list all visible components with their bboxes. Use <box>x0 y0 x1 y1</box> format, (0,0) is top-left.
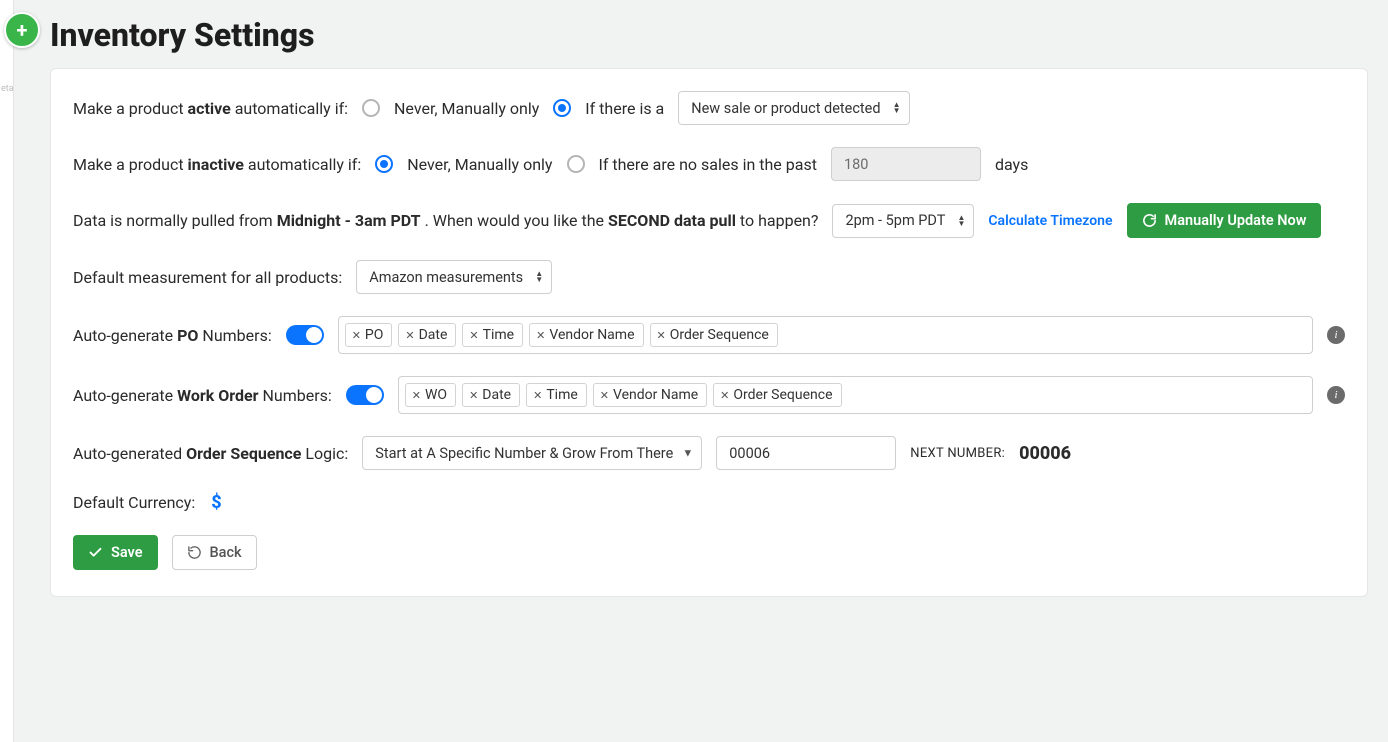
measurement-select-value: Amazon measurements <box>369 269 523 286</box>
back-button[interactable]: Back <box>172 535 257 570</box>
chevron-updown-icon: ▲▼ <box>957 215 965 227</box>
remove-tag-icon[interactable]: ✕ <box>469 329 478 342</box>
remove-tag-icon[interactable]: ✕ <box>352 329 361 342</box>
row-order-sequence: Auto-generated Order Sequence Logic: Sta… <box>73 436 1345 470</box>
measurement-select[interactable]: Amazon measurements ▲▼ <box>356 260 552 294</box>
currency-label: Default Currency: <box>73 493 195 512</box>
row-wo-numbers: Auto-generate Work Order Numbers: ✕WO ✕D… <box>73 376 1345 414</box>
save-label: Save <box>111 544 143 561</box>
inactive-days-input[interactable]: 180 <box>831 147 981 181</box>
wo-tag[interactable]: ✕Time <box>526 383 587 407</box>
inactive-days-unit: days <box>995 155 1028 174</box>
check-icon <box>88 545 103 560</box>
remove-tag-icon[interactable]: ✕ <box>600 389 609 402</box>
inactive-label: Make a product inactive automatically if… <box>73 155 361 174</box>
info-icon[interactable]: i <box>1327 326 1345 344</box>
wo-tagbox[interactable]: ✕WO ✕Date ✕Time ✕Vendor Name ✕Order Sequ… <box>398 376 1313 414</box>
remove-tag-icon[interactable]: ✕ <box>657 329 666 342</box>
chevron-updown-icon: ▲▼ <box>893 102 901 114</box>
active-condition-select[interactable]: New sale or product detected ▲▼ <box>678 91 909 125</box>
back-label: Back <box>210 544 242 561</box>
chevron-updown-icon: ▲▼ <box>535 271 543 283</box>
add-button[interactable]: + <box>4 12 40 48</box>
row-active: Make a product active automatically if: … <box>73 91 1345 125</box>
remove-tag-icon[interactable]: ✕ <box>412 389 421 402</box>
currency-symbol[interactable]: $ <box>211 492 221 513</box>
seq-logic-select[interactable]: Start at A Specific Number & Grow From T… <box>362 436 702 470</box>
wo-toggle[interactable] <box>346 385 384 405</box>
active-condition-select-value: New sale or product detected <box>691 100 880 117</box>
wo-tag[interactable]: ✕Order Sequence <box>713 383 841 407</box>
po-tag[interactable]: ✕Vendor Name <box>529 323 643 347</box>
seq-start-input[interactable]: 00006 <box>716 436 896 470</box>
inactive-radio-nosales-label: If there are no sales in the past <box>599 155 817 174</box>
save-button[interactable]: Save <box>73 535 158 570</box>
seq-next-value: 00006 <box>1019 443 1071 464</box>
wo-tag[interactable]: ✕Vendor Name <box>593 383 707 407</box>
seq-logic-value: Start at A Specific Number & Grow From T… <box>375 445 673 462</box>
row-inactive: Make a product inactive automatically if… <box>73 147 1345 181</box>
inactive-radio-never-label: Never, Manually only <box>407 155 552 174</box>
remove-tag-icon[interactable]: ✕ <box>720 389 729 402</box>
seq-start-value: 00006 <box>729 445 770 462</box>
inactive-radio-nosales[interactable] <box>567 155 585 173</box>
active-label: Make a product active automatically if: <box>73 99 348 118</box>
wo-tag[interactable]: ✕WO <box>405 383 456 407</box>
refresh-icon <box>1142 213 1157 228</box>
po-toggle[interactable] <box>286 325 324 345</box>
inactive-radio-never[interactable] <box>375 155 393 173</box>
seq-next-label: NEXT NUMBER: <box>910 446 1005 461</box>
measurement-label: Default measurement for all products: <box>73 268 342 287</box>
po-tag[interactable]: ✕PO <box>345 323 393 347</box>
remove-tag-icon[interactable]: ✕ <box>536 329 545 342</box>
po-tagbox[interactable]: ✕PO ✕Date ✕Time ✕Vendor Name ✕Order Sequ… <box>338 316 1313 354</box>
page-title: Inventory Settings <box>50 16 1368 54</box>
row-currency: Default Currency: $ <box>73 492 1345 513</box>
datapull-window-value: 2pm - 5pm PDT <box>845 212 945 229</box>
calculate-timezone-link[interactable]: Calculate Timezone <box>988 213 1112 229</box>
active-radio-never-label: Never, Manually only <box>394 99 539 118</box>
remove-tag-icon[interactable]: ✕ <box>533 389 542 402</box>
manually-update-button[interactable]: Manually Update Now <box>1127 203 1322 238</box>
remove-tag-icon[interactable]: ✕ <box>469 389 478 402</box>
wo-tag[interactable]: ✕Date <box>462 383 520 407</box>
plus-icon: + <box>17 18 28 42</box>
po-tag[interactable]: ✕Date <box>398 323 456 347</box>
info-icon[interactable]: i <box>1327 386 1345 404</box>
row-measurement: Default measurement for all products: Am… <box>73 260 1345 294</box>
row-po-numbers: Auto-generate PO Numbers: ✕PO ✕Date ✕Tim… <box>73 316 1345 354</box>
inactive-days-value: 180 <box>844 156 868 173</box>
wo-label: Auto-generate Work Order Numbers: <box>73 386 332 405</box>
seq-label: Auto-generated Order Sequence Logic: <box>73 444 348 463</box>
datapull-text: Data is normally pulled from Midnight - … <box>73 211 818 230</box>
action-row: Save Back <box>73 535 1345 570</box>
manually-update-label: Manually Update Now <box>1165 212 1307 229</box>
remove-tag-icon[interactable]: ✕ <box>405 329 414 342</box>
po-tag[interactable]: ✕Order Sequence <box>650 323 778 347</box>
active-radio-never[interactable] <box>362 99 380 117</box>
undo-icon <box>187 545 202 560</box>
po-tag[interactable]: ✕Time <box>462 323 523 347</box>
po-label: Auto-generate PO Numbers: <box>73 326 272 345</box>
chevron-down-icon: ▼ <box>682 447 693 460</box>
active-radio-condition-label: If there is a <box>585 99 664 118</box>
sidebar-rail: eta <box>0 0 14 742</box>
settings-card: Make a product active automatically if: … <box>50 68 1368 597</box>
row-datapull: Data is normally pulled from Midnight - … <box>73 203 1345 238</box>
datapull-window-select[interactable]: 2pm - 5pm PDT ▲▼ <box>832 204 974 238</box>
active-radio-condition[interactable] <box>553 99 571 117</box>
